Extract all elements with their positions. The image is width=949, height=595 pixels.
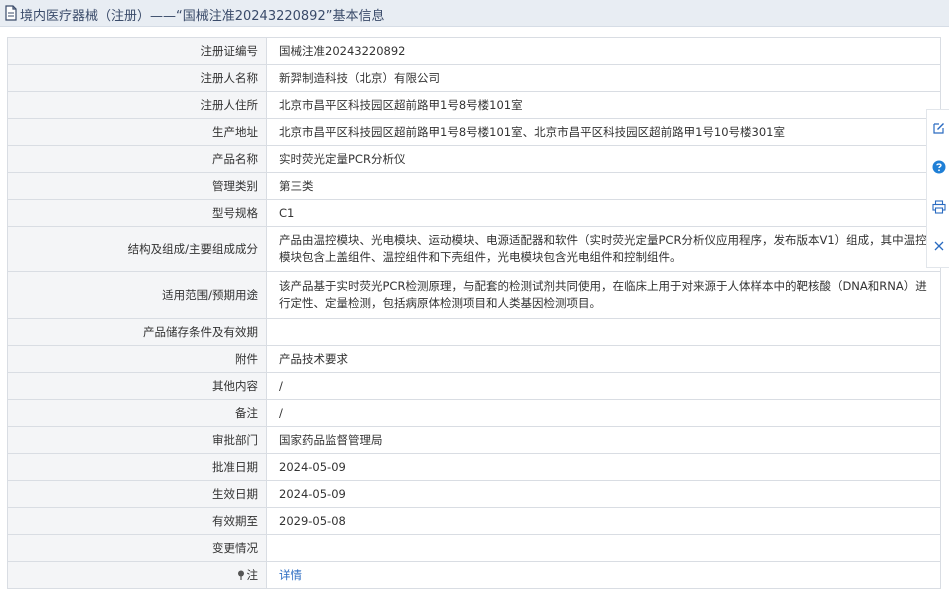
row-value: 2024-05-09 — [266, 480, 941, 508]
row-label: 附件 — [7, 345, 267, 373]
row-value: 2029-05-08 — [266, 507, 941, 535]
table-row-management-category: 管理类别 第三类 — [7, 172, 941, 200]
table-row-product-name: 产品名称 实时荧光定量PCR分析仪 — [7, 145, 941, 173]
side-toolbar — [926, 109, 949, 268]
row-value: 北京市昌平区科技园区超前路甲1号8号楼101室、北京市昌平区科技园区超前路甲1号… — [266, 118, 941, 146]
table-row-registrant-name: 注册人名称 新羿制造科技（北京）有限公司 — [7, 64, 941, 92]
table-row-approval-date: 批准日期 2024-05-09 — [7, 453, 941, 481]
row-value: / — [266, 399, 941, 427]
row-label: 批准日期 — [7, 453, 267, 481]
print-icon[interactable] — [932, 200, 946, 214]
row-label: 注册人住所 — [7, 91, 267, 119]
row-label: 结构及组成/主要组成成分 — [7, 226, 267, 272]
pin-icon — [237, 570, 244, 580]
row-label: 适用范围/预期用途 — [7, 271, 267, 319]
row-label: 变更情况 — [7, 534, 267, 562]
row-value: 该产品基于实时荧光PCR检测原理，与配套的检测试剂共同使用，在临床上用于对来源于… — [266, 271, 941, 319]
note-label: 注 — [246, 567, 259, 582]
row-label: 产品名称 — [7, 145, 267, 173]
row-value: 北京市昌平区科技园区超前路甲1号8号楼101室 — [266, 91, 941, 119]
details-link[interactable]: 详情 — [279, 568, 302, 582]
help-icon[interactable] — [932, 160, 946, 174]
row-label: 管理类别 — [7, 172, 267, 200]
registration-info-table: 注册证编号 国械注准20243220892 注册人名称 新羿制造科技（北京）有限… — [7, 37, 941, 589]
table-row-intended-use: 适用范围/预期用途 该产品基于实时荧光PCR检测原理，与配套的检测试剂共同使用，… — [7, 271, 941, 319]
row-value: 详情 — [266, 561, 941, 589]
row-label: 注册证编号 — [7, 37, 267, 65]
table-row-change-history: 变更情况 — [7, 534, 941, 562]
row-value: 第三类 — [266, 172, 941, 200]
table-row-storage-validity: 产品储存条件及有效期 — [7, 318, 941, 346]
document-icon — [5, 5, 17, 21]
row-label: 生产地址 — [7, 118, 267, 146]
table-row-registrant-address: 注册人住所 北京市昌平区科技园区超前路甲1号8号楼101室 — [7, 91, 941, 119]
row-value: 产品由温控模块、光电模块、运动模块、电源适配器和软件（实时荧光定量PCR分析仪应… — [266, 226, 941, 272]
row-value: 国家药品监督管理局 — [266, 426, 941, 454]
table-row-production-address: 生产地址 北京市昌平区科技园区超前路甲1号8号楼101室、北京市昌平区科技园区超… — [7, 118, 941, 146]
table-row-effective-date: 生效日期 2024-05-09 — [7, 480, 941, 508]
row-label: 注册人名称 — [7, 64, 267, 92]
row-label: 注 — [7, 561, 267, 589]
row-value — [266, 318, 941, 346]
table-row-registration-number: 注册证编号 国械注准20243220892 — [7, 37, 941, 65]
row-label: 审批部门 — [7, 426, 267, 454]
table-row-structure-composition: 结构及组成/主要组成成分 产品由温控模块、光电模块、运动模块、电源适配器和软件（… — [7, 226, 941, 272]
table-row-note: 注 详情 — [7, 561, 941, 589]
row-value: 产品技术要求 — [266, 345, 941, 373]
row-value: C1 — [266, 199, 941, 227]
table-row-model-spec: 型号规格 C1 — [7, 199, 941, 227]
row-value: 国械注准20243220892 — [266, 37, 941, 65]
page-title: 境内医疗器械（注册）——“国械注准20243220892”基本信息 — [20, 9, 385, 24]
row-value: 实时荧光定量PCR分析仪 — [266, 145, 941, 173]
row-label: 生效日期 — [7, 480, 267, 508]
table-row-approval-dept: 审批部门 国家药品监督管理局 — [7, 426, 941, 454]
row-value — [266, 534, 941, 562]
page-header: 境内医疗器械（注册）——“国械注准20243220892”基本信息 — [0, 0, 949, 27]
table-row-other-content: 其他内容 / — [7, 372, 941, 400]
close-icon[interactable] — [932, 239, 946, 253]
row-value: 新羿制造科技（北京）有限公司 — [266, 64, 941, 92]
table-row-attachment: 附件 产品技术要求 — [7, 345, 941, 373]
table-row-remarks: 备注 / — [7, 399, 941, 427]
row-label: 产品储存条件及有效期 — [7, 318, 267, 346]
edit-icon[interactable] — [932, 121, 946, 135]
row-label: 备注 — [7, 399, 267, 427]
table-row-valid-until: 有效期至 2029-05-08 — [7, 507, 941, 535]
row-value: 2024-05-09 — [266, 453, 941, 481]
row-label: 其他内容 — [7, 372, 267, 400]
row-label: 型号规格 — [7, 199, 267, 227]
row-label: 有效期至 — [7, 507, 267, 535]
row-value: / — [266, 372, 941, 400]
